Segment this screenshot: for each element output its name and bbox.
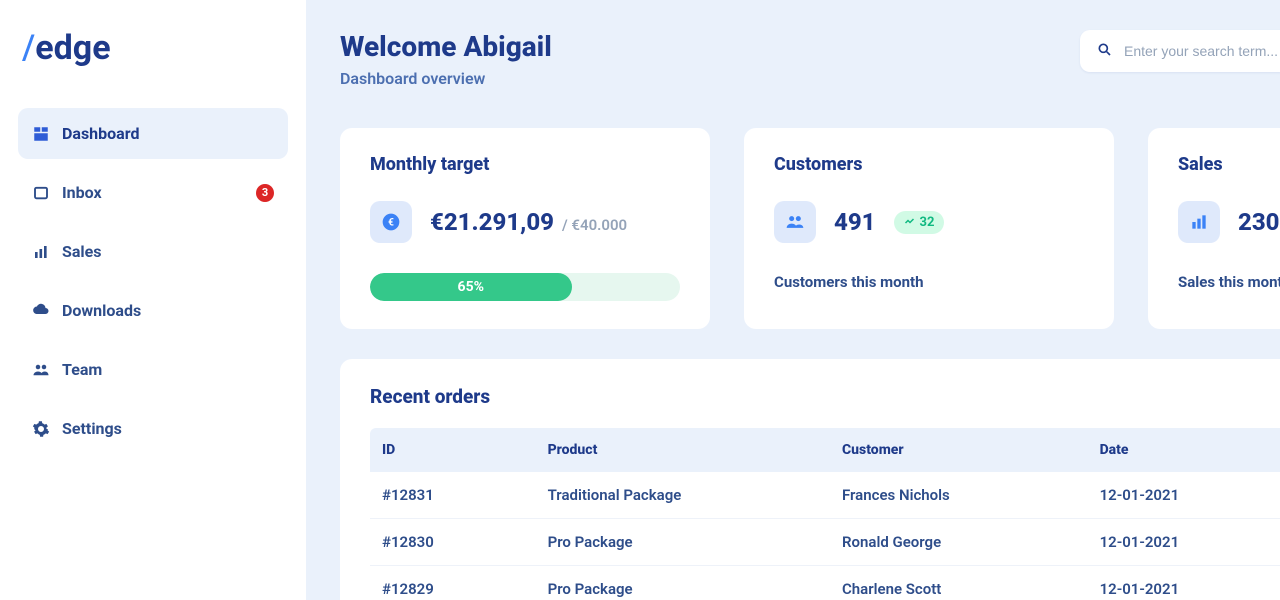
search-box[interactable] (1080, 30, 1280, 72)
sidebar-item-label: Sales (62, 242, 102, 261)
cell-product: Pro Package (536, 519, 830, 566)
summary-cards: Monthly target € €21.291,09 / €40.000 65… (340, 128, 1280, 329)
cell-product: Pro Package (536, 566, 830, 600)
progress-bar: 65% (370, 273, 680, 301)
inbox-badge: 3 (256, 184, 274, 202)
logo-slash: / (22, 28, 35, 68)
cell-id: #12830 (370, 519, 536, 566)
trend-up-icon (904, 216, 916, 228)
card-footer: Customers this month (774, 273, 1084, 291)
main: Welcome Abigail Dashboard overview Month… (306, 0, 1280, 600)
sidebar-item-label: Settings (62, 419, 122, 438)
target-value: €21.291,09 (430, 208, 554, 236)
sidebar: /edge Dashboard Inbox 3 Sales (0, 0, 306, 600)
table-row[interactable]: #12830 Pro Package Ronald George 12-01-2… (370, 519, 1280, 566)
euro-icon: € (370, 201, 412, 243)
sidebar-item-sales[interactable]: Sales (18, 226, 288, 277)
sales-icon (32, 243, 62, 261)
cell-date: 12-01-2021 (1088, 472, 1280, 519)
cell-product: Traditional Package (536, 472, 830, 519)
orders-title: Recent orders (370, 385, 1280, 408)
orders-table: ID Product Customer Date #12831 Traditio… (370, 428, 1280, 600)
cell-date: 12-01-2021 (1088, 519, 1280, 566)
chart-icon (1178, 201, 1220, 243)
card-title: Customers (774, 154, 1084, 175)
col-date: Date (1088, 428, 1280, 472)
search-icon (1096, 41, 1122, 61)
svg-text:€: € (388, 217, 394, 228)
downloads-icon (32, 302, 62, 320)
logo-name: edge (35, 28, 110, 68)
logo: /edge (18, 24, 288, 88)
col-product: Product (536, 428, 830, 472)
cell-id: #12831 (370, 472, 536, 519)
sidebar-item-inbox[interactable]: Inbox 3 (18, 167, 288, 218)
customers-icon (774, 201, 816, 243)
progress-fill: 65% (370, 273, 572, 301)
cell-customer: Charlene Scott (830, 566, 1088, 600)
target-goal: / €40.000 (562, 216, 627, 234)
card-customers: Customers 491 32 Customers this month (744, 128, 1114, 329)
settings-icon (32, 420, 62, 438)
col-customer: Customer (830, 428, 1088, 472)
card-title: Monthly target (370, 154, 680, 175)
cell-id: #12829 (370, 566, 536, 600)
table-row[interactable]: #12829 Pro Package Charlene Scott 12-01-… (370, 566, 1280, 600)
inbox-icon (32, 184, 62, 202)
sidebar-item-label: Inbox (62, 183, 102, 202)
table-row[interactable]: #12831 Traditional Package Frances Nicho… (370, 472, 1280, 519)
card-footer: Sales this month (1178, 273, 1280, 291)
customers-delta: 32 (920, 215, 935, 230)
sales-value: 230 (1238, 208, 1280, 236)
cell-customer: Frances Nichols (830, 472, 1088, 519)
nav: Dashboard Inbox 3 Sales Downloads (18, 108, 288, 454)
recent-orders-panel: Recent orders ID Product Customer Date #… (340, 359, 1280, 600)
sidebar-item-label: Team (62, 360, 102, 379)
sidebar-item-label: Dashboard (62, 124, 139, 143)
sidebar-item-label: Downloads (62, 301, 141, 320)
sidebar-item-downloads[interactable]: Downloads (18, 285, 288, 336)
customers-delta-chip: 32 (894, 211, 945, 234)
customers-value: 491 (834, 208, 876, 236)
page-title: Welcome Abigail (340, 30, 1080, 63)
cell-date: 12-01-2021 (1088, 566, 1280, 600)
sidebar-item-team[interactable]: Team (18, 344, 288, 395)
team-icon (32, 361, 62, 379)
card-title: Sales (1178, 154, 1280, 175)
header: Welcome Abigail Dashboard overview (340, 30, 1280, 88)
sidebar-item-settings[interactable]: Settings (18, 403, 288, 454)
search-input[interactable] (1122, 42, 1280, 60)
page-subtitle: Dashboard overview (340, 69, 1080, 88)
card-monthly-target: Monthly target € €21.291,09 / €40.000 65… (340, 128, 710, 329)
sidebar-item-dashboard[interactable]: Dashboard (18, 108, 288, 159)
card-sales: Sales 230 Sales this month (1148, 128, 1280, 329)
cell-customer: Ronald George (830, 519, 1088, 566)
col-id: ID (370, 428, 536, 472)
dashboard-icon (32, 125, 62, 143)
